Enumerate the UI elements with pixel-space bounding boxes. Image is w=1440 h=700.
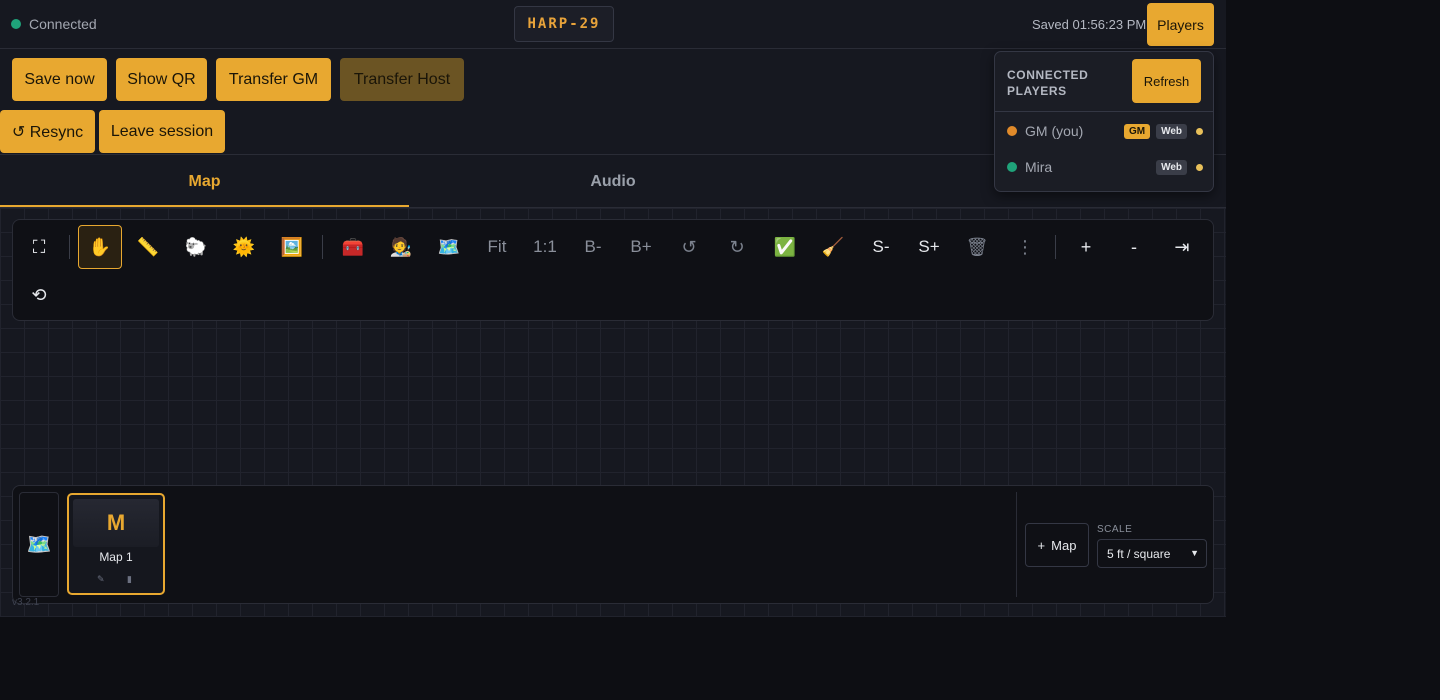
fog-icon[interactable]: 🐑 bbox=[174, 225, 218, 269]
chevron-down-icon: ▼ bbox=[1190, 548, 1199, 558]
show-qr-button[interactable]: Show QR bbox=[116, 58, 207, 101]
popover-title: CONNECTED PLAYERS bbox=[1007, 68, 1089, 98]
resync-button[interactable]: ↺ Resync bbox=[0, 110, 95, 153]
version-label: v3.2.1 bbox=[12, 597, 40, 608]
connection-status: Connected bbox=[11, 16, 97, 32]
saved-status: Saved 01:56:23 PM bbox=[1032, 17, 1147, 32]
trash-icon[interactable]: ▮ bbox=[127, 574, 132, 585]
player-status-dot bbox=[1007, 162, 1017, 172]
strip-divider bbox=[1016, 492, 1017, 597]
brush-smaller-text[interactable]: B- bbox=[571, 225, 615, 269]
image-icon[interactable]: 🖼️ bbox=[270, 225, 314, 269]
connection-status-label: Connected bbox=[29, 16, 97, 32]
player-status-dot bbox=[1007, 126, 1017, 136]
web-badge: Web bbox=[1156, 159, 1187, 175]
tab-audio[interactable]: Audio bbox=[409, 157, 817, 207]
brush-larger-text[interactable]: B+ bbox=[619, 225, 663, 269]
map-name: Map 1 bbox=[99, 550, 133, 564]
players-popover: CONNECTED PLAYERS Refresh GM (you) GM We… bbox=[994, 51, 1214, 192]
undo-icon[interactable]: ↺ bbox=[667, 225, 711, 269]
player-row[interactable]: Mira Web bbox=[1007, 157, 1203, 177]
reset-view-icon[interactable]: ⟲ bbox=[17, 273, 61, 317]
redo-icon[interactable]: ↻ bbox=[715, 225, 759, 269]
gm-badge: GM bbox=[1123, 123, 1151, 139]
size-larger-text[interactable]: S+ bbox=[907, 225, 951, 269]
toolbox-icon[interactable]: 🧰 bbox=[331, 225, 375, 269]
scale-select[interactable]: 5 ft / square ▼ bbox=[1097, 539, 1207, 568]
top-bar: Connected HARP-29 Saved 01:56:23 PM Play… bbox=[0, 0, 1226, 49]
broom-icon[interactable]: 🧹 bbox=[811, 225, 855, 269]
collapse-icon[interactable]: ⇥ bbox=[1160, 225, 1204, 269]
plus-icon: + bbox=[1037, 537, 1046, 553]
toolbar-separator bbox=[1055, 235, 1056, 259]
players-button[interactable]: Players bbox=[1147, 3, 1214, 46]
player-row[interactable]: GM (you) GM Web bbox=[1007, 121, 1203, 141]
map-card[interactable]: M Map 1 ✎ ▮ bbox=[67, 493, 165, 595]
app-window: Connected HARP-29 Saved 01:56:23 PM Play… bbox=[0, 0, 1226, 617]
presence-dot bbox=[1196, 163, 1203, 171]
npc-icon[interactable]: 🧑‍🎨 bbox=[379, 225, 423, 269]
scale-label: SCALE bbox=[1097, 524, 1133, 535]
refresh-button[interactable]: Refresh bbox=[1132, 59, 1201, 103]
toolbar-separator bbox=[69, 235, 70, 259]
presence-dot bbox=[1196, 127, 1203, 135]
one-to-one-text[interactable]: 1:1 bbox=[523, 225, 567, 269]
light-icon[interactable]: 🌞 bbox=[222, 225, 266, 269]
map-list-icon[interactable]: 🗺️ bbox=[19, 492, 59, 597]
add-map-label: Map bbox=[1051, 537, 1077, 553]
size-smaller-text[interactable]: S- bbox=[859, 225, 903, 269]
zoom-in-icon[interactable]: + bbox=[1064, 225, 1108, 269]
zoom-out-icon[interactable]: - bbox=[1112, 225, 1156, 269]
leave-session-button[interactable]: Leave session bbox=[99, 110, 225, 153]
save-now-button[interactable]: Save now bbox=[12, 58, 107, 101]
check-icon[interactable]: ✅ bbox=[763, 225, 807, 269]
tab-map[interactable]: Map bbox=[0, 157, 409, 207]
ruler-icon[interactable]: 📏 bbox=[126, 225, 170, 269]
popover-divider bbox=[995, 111, 1213, 112]
web-badge: Web bbox=[1156, 123, 1187, 139]
trash-icon[interactable]: 🗑 bbox=[955, 225, 999, 269]
player-name: GM (you) bbox=[1025, 123, 1084, 139]
status-dot bbox=[11, 19, 21, 29]
transfer-host-button[interactable]: Transfer Host bbox=[340, 58, 464, 101]
map-icon[interactable]: 🗺️ bbox=[427, 225, 471, 269]
hand-icon[interactable]: ✋ bbox=[78, 225, 122, 269]
fit-text[interactable]: Fit bbox=[475, 225, 519, 269]
scale-value: 5 ft / square bbox=[1107, 546, 1171, 561]
player-name: Mira bbox=[1025, 159, 1053, 175]
pencil-icon[interactable]: ✎ bbox=[97, 574, 105, 585]
transfer-gm-button[interactable]: Transfer GM bbox=[216, 58, 331, 101]
toolbar-separator bbox=[322, 235, 323, 259]
add-map-button[interactable]: + Map bbox=[1025, 523, 1089, 567]
fullscreen-icon[interactable]: ⛶ bbox=[17, 225, 61, 269]
room-code[interactable]: HARP-29 bbox=[514, 6, 614, 42]
more-icon[interactable]: ⋮ bbox=[1003, 225, 1047, 269]
map-thumbnail: M bbox=[73, 499, 159, 547]
